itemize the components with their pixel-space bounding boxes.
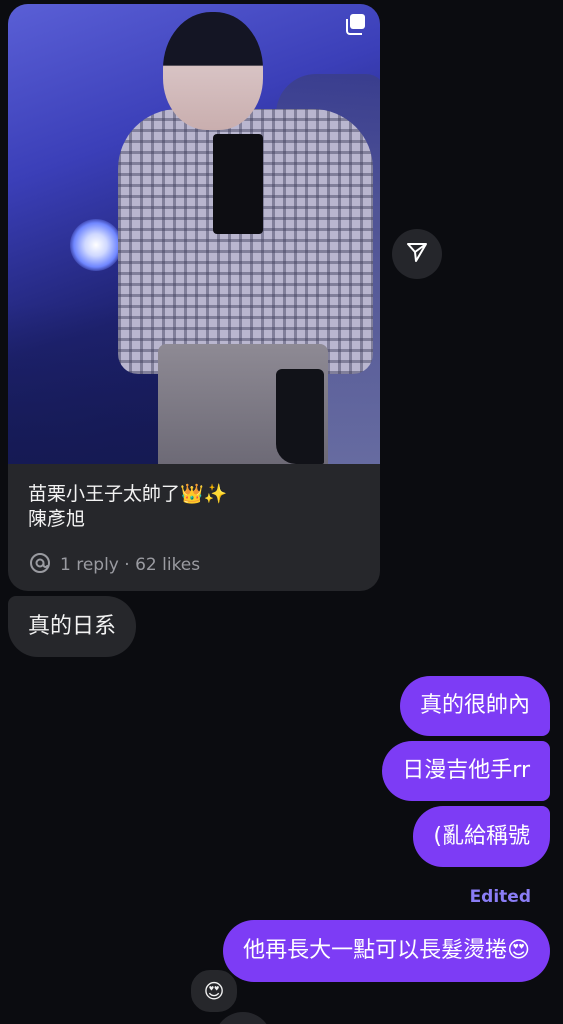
share-button[interactable] [392,229,442,279]
avatar[interactable] [214,1012,272,1024]
shared-post-card[interactable]: 苗栗小王子太帥了👑✨ 陳彥旭 1 reply · 62 likes [8,4,380,591]
stage-light [70,219,122,271]
heart-eyes-emoji: 😍 [203,979,225,1003]
outgoing-message[interactable]: 真的很帥內 [399,676,550,736]
post-caption-line2: 陳彥旭 [28,508,86,530]
edited-label[interactable]: Edited [470,887,531,907]
bandana [276,369,324,464]
outgoing-message[interactable]: (亂給稱號 [413,806,550,867]
post-image[interactable] [8,4,380,464]
outgoing-message[interactable]: 日漫吉他手rr [382,741,550,801]
post-caption-line1: 苗栗小王子太帥了👑✨ [28,483,228,505]
post-meta-text: 1 reply · 62 likes [60,555,201,575]
threads-icon [28,551,52,580]
message-reaction[interactable]: 😍 [189,968,239,1014]
post-caption: 苗栗小王子太帥了👑✨ 陳彥旭 [28,482,358,532]
incoming-message[interactable]: 真的日系 [8,596,137,657]
performer-head [163,12,263,130]
chat-screen: 苗栗小王子太帥了👑✨ 陳彥旭 1 reply · 62 likes 真的日系 真… [0,0,563,1024]
post-meta: 1 reply · 62 likes [28,550,200,580]
outgoing-message[interactable]: 他再長大一點可以長髮燙捲😍 [223,920,550,982]
performer-inner-shirt [213,134,263,234]
send-icon [405,240,429,268]
carousel-icon [344,13,366,35]
